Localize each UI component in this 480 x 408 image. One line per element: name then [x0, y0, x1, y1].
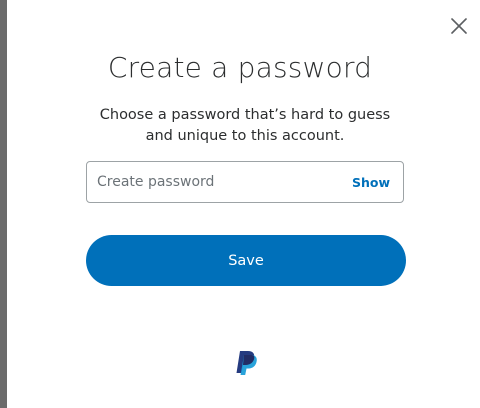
password-input[interactable] [87, 162, 347, 202]
paypal-logo-icon [236, 351, 257, 375]
show-password-toggle[interactable]: Show [352, 162, 390, 202]
close-button[interactable] [443, 10, 475, 42]
dialog-subtitle: Choose a password that’s hard to guess a… [99, 107, 391, 144]
dialog-title: Create a password [107, 51, 373, 84]
page: Create a password Choose a password that… [0, 0, 480, 408]
close-icon [451, 18, 467, 34]
save-button[interactable]: Save [86, 235, 406, 286]
password-field-container[interactable]: Show [86, 161, 404, 203]
